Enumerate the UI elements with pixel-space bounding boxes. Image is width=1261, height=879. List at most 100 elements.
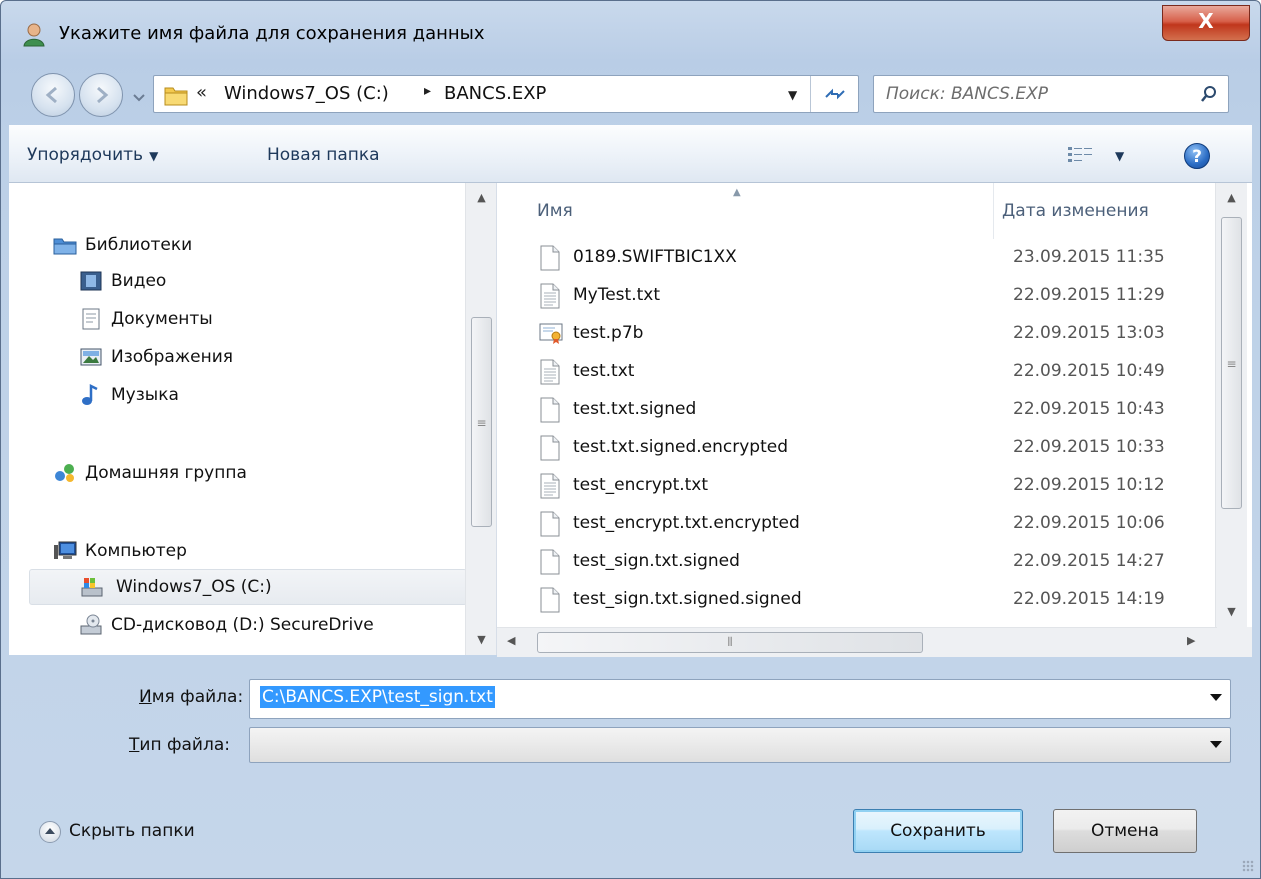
file-name: test.txt xyxy=(573,361,635,381)
nav-label: CD-дисковод (D:) SecureDrive xyxy=(111,615,374,635)
file-name: test_sign.txt.signed.signed xyxy=(573,589,802,609)
scroll-down-icon[interactable]: ▼ xyxy=(466,625,496,655)
scroll-up-icon[interactable]: ▲ xyxy=(1216,183,1247,213)
navigation-pane: Библиотеки Видео Документы Изображения М… xyxy=(9,183,497,655)
filename-label-text: мя файла: xyxy=(151,687,244,707)
filetype-dropdown-icon[interactable] xyxy=(1210,741,1222,748)
save-file-dialog: Укажите имя файла для сохранения данных … xyxy=(0,0,1261,879)
libraries-icon xyxy=(53,238,77,255)
scroll-right-icon[interactable]: ▶ xyxy=(1187,634,1195,647)
column-header-name[interactable]: ▲ Имя xyxy=(497,183,993,239)
forward-button[interactable] xyxy=(79,73,123,117)
file-row[interactable]: test.txt 22.09.2015 10:49 xyxy=(533,353,1173,391)
filename-label: Имя файла: xyxy=(139,687,243,707)
breadcrumb-folder[interactable]: BANCS.EXP xyxy=(444,83,546,104)
file-date: 22.09.2015 13:03 xyxy=(1013,323,1165,343)
file-name: test_encrypt.txt xyxy=(573,475,709,495)
nav-item-music[interactable]: Музыка xyxy=(79,377,459,413)
filename-mnemonic: И xyxy=(139,687,152,707)
save-button[interactable]: Сохранить xyxy=(853,809,1023,853)
filetype-label: Тип файла: xyxy=(129,735,230,755)
file-name: test.txt.signed xyxy=(573,399,697,419)
computer-icon xyxy=(54,541,77,559)
nav-label: Библиотеки xyxy=(85,235,193,255)
search-input[interactable]: Поиск: BANCS.EXP xyxy=(873,75,1229,113)
file-row[interactable]: MyTest.txt 22.09.2015 11:29 xyxy=(533,277,1173,315)
title-bar[interactable]: Укажите имя файла для сохранения данных … xyxy=(1,1,1260,65)
help-icon[interactable]: ? xyxy=(1184,143,1210,169)
scroll-left-icon[interactable]: ◀ xyxy=(507,634,515,647)
views-dropdown-icon[interactable]: ▼ xyxy=(1115,149,1124,163)
nav-label: Документы xyxy=(111,309,213,329)
file-date: 22.09.2015 11:29 xyxy=(1013,285,1165,305)
organize-dropdown-icon: ▼ xyxy=(149,149,159,163)
blank-file-icon xyxy=(539,435,561,466)
file-row[interactable]: test.txt.signed 22.09.2015 10:43 xyxy=(533,391,1173,429)
recent-pages-dropdown-icon[interactable] xyxy=(131,87,147,107)
file-row[interactable]: test_sign.txt.signed 22.09.2015 14:27 xyxy=(533,543,1173,581)
file-list-scrollbar[interactable]: ▲ ≡ ▼ xyxy=(1215,183,1247,627)
blank-file-icon xyxy=(539,549,561,580)
address-overflow-chevron[interactable]: « xyxy=(196,82,207,103)
new-folder-button[interactable]: Новая папка xyxy=(267,145,380,165)
file-row[interactable]: test.txt.signed.encrypted 22.09.2015 10:3… xyxy=(533,429,1173,467)
search-placeholder: Поиск: BANCS.EXP xyxy=(886,84,1049,104)
cancel-button[interactable]: Отмена xyxy=(1053,809,1197,853)
nav-item-documents[interactable]: Документы xyxy=(79,301,459,337)
column-date-label: Дата изменения xyxy=(1002,201,1149,221)
scroll-down-icon[interactable]: ▼ xyxy=(1216,597,1247,627)
back-button[interactable] xyxy=(31,73,75,117)
filename-dropdown-icon[interactable] xyxy=(1210,694,1222,701)
nav-item-libraries[interactable]: Библиотеки xyxy=(53,227,453,263)
breadcrumb-separator-icon[interactable]: ▸ xyxy=(424,83,431,99)
refresh-icon xyxy=(825,88,845,100)
column-name-label: Имя xyxy=(537,201,573,221)
nav-item-homegroup[interactable]: Домашняя группа xyxy=(53,455,453,491)
file-row[interactable]: test_encrypt.txt 22.09.2015 10:12 xyxy=(533,467,1173,505)
sort-ascending-icon: ▲ xyxy=(733,187,741,198)
filetype-select[interactable] xyxy=(249,727,1231,763)
nav-item-drive-d[interactable]: CD-дисковод (D:) SecureDrive xyxy=(79,607,459,643)
breadcrumb-drive[interactable]: Windows7_OS (C:) xyxy=(224,83,389,104)
file-date: 22.09.2015 14:19 xyxy=(1013,589,1165,609)
documents-icon xyxy=(82,308,100,330)
collapse-icon xyxy=(39,821,61,843)
close-button[interactable]: X xyxy=(1162,5,1250,41)
organize-button[interactable]: Упорядочить ▼ xyxy=(27,145,158,165)
back-arrow-icon xyxy=(45,86,57,104)
user-icon xyxy=(23,23,45,47)
file-date: 22.09.2015 10:43 xyxy=(1013,399,1165,419)
nav-item-computer[interactable]: Компьютер xyxy=(53,533,453,569)
music-icon xyxy=(82,383,98,405)
file-row[interactable]: test.p7b 22.09.2015 13:03 xyxy=(533,315,1173,353)
file-row[interactable]: test_sign.txt.signed.signed 22.09.2015 14… xyxy=(533,581,1173,619)
file-scroll-thumb[interactable]: ≡ xyxy=(1221,217,1242,509)
filename-input[interactable]: C:\BANCS.EXP\test_sign.txt xyxy=(249,679,1231,719)
nav-item-video[interactable]: Видео xyxy=(79,263,459,299)
text-file-icon xyxy=(539,473,561,504)
file-row[interactable]: test_encrypt.txt.encrypted 22.09.2015 10:… xyxy=(533,505,1173,543)
file-name: test.p7b xyxy=(573,323,644,343)
system-drive-icon xyxy=(81,578,103,597)
address-dropdown-icon[interactable]: ▼ xyxy=(788,88,797,102)
refresh-button[interactable] xyxy=(810,76,858,112)
search-icon[interactable] xyxy=(1200,85,1218,103)
nav-scroll-thumb[interactable]: ≡ xyxy=(471,317,492,527)
file-date: 22.09.2015 10:33 xyxy=(1013,437,1165,457)
views-icon[interactable] xyxy=(1067,145,1093,165)
file-list-hscrollbar[interactable]: ◀ ⦀ ▶ xyxy=(497,627,1217,657)
file-row[interactable]: 0189.SWIFTBIC1XX 23.09.2015 11:35 xyxy=(533,239,1173,277)
hscroll-thumb[interactable]: ⦀ xyxy=(537,632,923,653)
nav-label: Домашняя группа xyxy=(85,463,247,483)
file-name: test_sign.txt.signed xyxy=(573,551,740,571)
resize-grip-icon[interactable] xyxy=(1242,860,1254,872)
nav-item-pictures[interactable]: Изображения xyxy=(79,339,459,375)
file-date: 22.09.2015 10:49 xyxy=(1013,361,1165,381)
nav-scrollbar[interactable]: ▲ ≡ ▼ xyxy=(465,183,496,655)
column-header-date[interactable]: Дата изменения xyxy=(993,183,1216,239)
nav-item-drive-c[interactable]: Windows7_OS (C:) xyxy=(29,569,467,605)
video-icon xyxy=(80,271,102,291)
address-bar[interactable]: « Windows7_OS (C:) ▸ BANCS.EXP ▼ xyxy=(153,75,859,113)
pictures-icon xyxy=(80,348,102,366)
scroll-up-icon[interactable]: ▲ xyxy=(466,183,496,213)
